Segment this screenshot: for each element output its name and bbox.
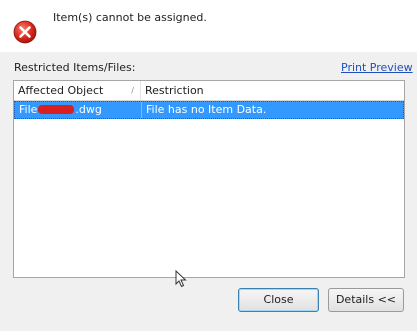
file-name-suffix: .dwg [75,103,102,116]
error-icon [13,20,37,44]
error-message: Item(s) cannot be assigned. [53,11,207,24]
cell-restriction: File has no Item Data. [146,103,267,116]
message-panel: Item(s) cannot be assigned. [0,0,417,52]
file-name-prefix: File [19,103,38,116]
close-button[interactable]: Close [238,288,319,312]
sort-indicator-icon: / [131,86,134,95]
column-header-restriction[interactable]: Restriction [141,81,404,100]
restricted-items-label: Restricted Items/Files: [14,61,136,74]
details-button[interactable]: Details << [328,288,404,312]
table-header: Affected Object / Restriction [14,81,404,101]
cell-affected-object: File .dwg [15,102,142,118]
redaction-mark [38,104,75,114]
mouse-pointer-icon [175,270,187,288]
column-header-affected-object[interactable]: Affected Object / [14,81,141,100]
column-header-label: Affected Object [18,84,104,97]
print-preview-link[interactable]: Print Preview [341,61,413,74]
table-row[interactable]: File .dwg File has no Item Data. [14,101,404,119]
restricted-items-table[interactable]: Affected Object / Restriction File .dwg F… [13,80,405,278]
error-dialog: Item(s) cannot be assigned. Restricted I… [0,0,417,331]
